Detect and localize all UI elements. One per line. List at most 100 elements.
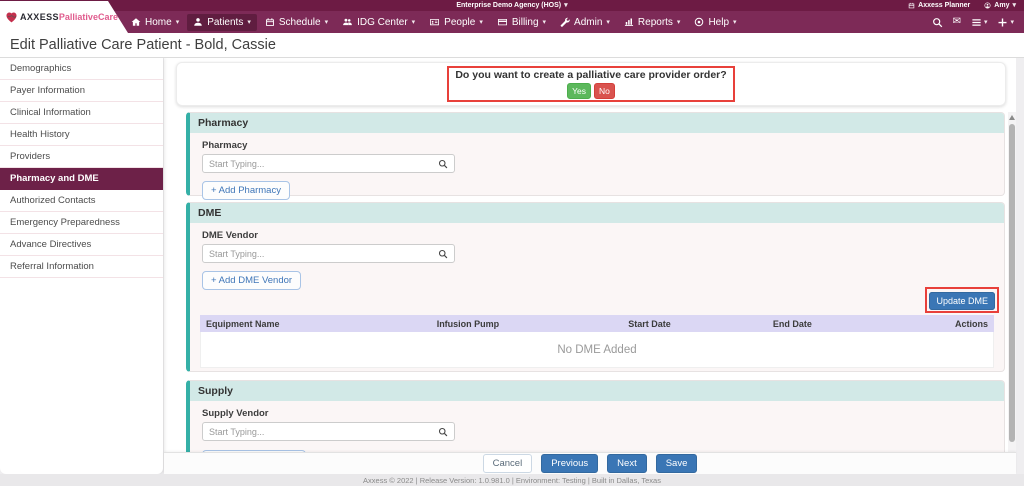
dme-empty-row: No DME Added: [200, 332, 994, 368]
chevron-down-icon: ▾: [676, 18, 681, 26]
home-icon: [131, 17, 141, 27]
nav-item-people[interactable]: People ▾: [423, 14, 489, 31]
search-icon: [932, 17, 943, 28]
yes-button[interactable]: Yes: [567, 82, 591, 100]
nav-label: IDG Center: [357, 16, 408, 28]
person-icon: [193, 17, 203, 27]
form-action-bar: Cancel Previous Next Save: [164, 452, 1016, 474]
app-footer: Axxess © 2022 | Release Version: 1.0.981…: [0, 474, 1024, 486]
chevron-down-icon: ▾: [733, 18, 737, 26]
nav-label: Billing: [511, 16, 539, 28]
dme-table-header: Equipment Name Infusion Pump Start Date …: [200, 315, 994, 332]
chevron-down-icon: ▾: [411, 18, 416, 26]
save-button[interactable]: Save: [655, 454, 698, 473]
sidebar-item-advance-directives[interactable]: Advance Directives: [0, 234, 163, 256]
nav-label: Patients: [207, 16, 244, 28]
cancel-button[interactable]: Cancel: [482, 454, 533, 473]
dme-vendor-search-box: [202, 244, 455, 263]
nav-label: Schedule: [278, 16, 321, 28]
user-avatar-icon: [984, 2, 991, 9]
nav-item-reports[interactable]: Reports ▾: [618, 14, 687, 31]
list-menu-button[interactable]: ▾: [971, 17, 987, 28]
nav-label: Reports: [637, 16, 673, 28]
provider-order-question-card: Do you want to create a palliative care …: [176, 62, 1006, 106]
nav-item-patients[interactable]: Patients ▾: [187, 13, 257, 31]
annotation-box-update-dme: Update DME: [925, 287, 999, 313]
nav-item-idg-center[interactable]: IDG Center ▾: [336, 14, 421, 31]
chevron-down-icon: ▾: [1010, 18, 1014, 26]
column-equipment-name: Equipment Name: [206, 318, 280, 329]
list-icon: [971, 17, 982, 28]
nav-item-schedule[interactable]: Schedule ▾: [259, 14, 334, 31]
dme-vendor-field-label: DME Vendor: [202, 230, 258, 241]
logo[interactable]: AXXESS PalliativeCare: [0, 1, 128, 33]
wrench-icon: [560, 17, 570, 27]
chevron-down-icon: ▾: [542, 18, 547, 26]
plus-icon: [997, 17, 1008, 28]
sidebar-item-clinical-information[interactable]: Clinical Information: [0, 102, 163, 124]
chevron-down-icon: ▾: [324, 18, 329, 26]
pharmacy-section-header: Pharmacy: [190, 113, 1004, 133]
annotation-box-question: Do you want to create a palliative care …: [447, 66, 735, 102]
no-button[interactable]: No: [594, 82, 615, 100]
calendar-icon: [908, 2, 915, 9]
pharmacy-search-input[interactable]: [203, 158, 438, 169]
page-title: Edit Palliative Care Patient - Bold, Cas…: [10, 37, 276, 53]
agency-name: Enterprise Demo Agency (HOS): [456, 2, 562, 9]
nav-label: Home: [145, 16, 172, 28]
sidebar-item-pharmacy-and-dme[interactable]: Pharmacy and DME: [0, 168, 163, 190]
main-navbar: Home ▾ Patients ▾ Schedule ▾ IDG Center …: [0, 11, 1024, 33]
page-title-bar: Edit Palliative Care Patient - Bold, Cas…: [0, 33, 1024, 58]
chevron-down-icon: ▾: [606, 18, 610, 26]
provider-order-question: Do you want to create a palliative care …: [455, 68, 727, 81]
scrollbar-thumb[interactable]: [1009, 124, 1015, 442]
nav-item-home[interactable]: Home ▾: [125, 14, 185, 31]
search-icon[interactable]: [438, 159, 448, 169]
previous-button[interactable]: Previous: [541, 454, 599, 473]
logo-axxess-text: AXXESS: [20, 12, 59, 22]
sidebar-item-demographics[interactable]: Demographics: [0, 58, 163, 80]
user-menu[interactable]: Amy ▾: [984, 2, 1016, 9]
sidebar-item-health-history[interactable]: Health History: [0, 124, 163, 146]
quick-add-button[interactable]: ▾: [997, 17, 1014, 28]
dme-section: DME DME Vendor + Add DME Vendor Update D…: [186, 202, 1005, 372]
add-dme-vendor-button[interactable]: + Add DME Vendor: [202, 271, 302, 290]
axxess-planner-link[interactable]: Axxess Planner: [908, 2, 970, 9]
nav-item-help[interactable]: Help ▾: [688, 14, 742, 31]
supply-section-header: Supply: [190, 381, 1004, 401]
people-group-icon: [342, 17, 353, 27]
add-pharmacy-button[interactable]: + Add Pharmacy: [202, 181, 290, 200]
user-name: Amy: [994, 2, 1010, 9]
column-actions: Actions: [954, 318, 988, 329]
next-button[interactable]: Next: [607, 454, 647, 473]
bar-chart-icon: [624, 17, 634, 27]
search-icon[interactable]: [438, 249, 448, 259]
column-infusion-pump: Infusion Pump: [436, 318, 500, 329]
sidebar-item-payer-information[interactable]: Payer Information: [0, 80, 163, 102]
column-start-date: Start Date: [628, 318, 671, 329]
sidebar-item-emergency-preparedness[interactable]: Emergency Preparedness: [0, 212, 163, 234]
dme-vendor-search-input[interactable]: [203, 248, 438, 259]
sidebar-item-authorized-contacts[interactable]: Authorized Contacts: [0, 190, 163, 212]
agency-selector[interactable]: Enterprise Demo Agency (HOS) ▾: [456, 2, 567, 9]
nav-label: Admin: [574, 16, 603, 28]
supply-vendor-field-label: Supply Vendor: [202, 408, 269, 419]
nav-item-billing[interactable]: Billing ▾: [491, 14, 552, 31]
search-icon[interactable]: [438, 427, 448, 437]
messages-button[interactable]: ✉: [953, 17, 961, 27]
update-dme-button[interactable]: Update DME: [929, 292, 995, 310]
scrollbar-up-arrow[interactable]: [1009, 115, 1015, 120]
chevron-down-icon: ▾: [479, 18, 483, 26]
supply-vendor-search-input[interactable]: [203, 426, 438, 437]
sidebar-item-providers[interactable]: Providers: [0, 146, 163, 168]
sidebar-item-referral-information[interactable]: Referral Information: [0, 256, 163, 278]
logo-product-text: PalliativeCare: [58, 12, 118, 22]
patient-edit-sidebar: Demographics Payer Information Clinical …: [0, 58, 163, 474]
dme-table: Equipment Name Infusion Pump Start Date …: [200, 315, 994, 368]
nav-item-admin[interactable]: Admin ▾: [554, 14, 616, 31]
nav-items: Home ▾ Patients ▾ Schedule ▾ IDG Center …: [124, 13, 744, 31]
pharmacy-field-label: Pharmacy: [202, 140, 248, 151]
id-card-icon: [429, 17, 440, 27]
content-scrollbar[interactable]: [1008, 112, 1016, 452]
search-button[interactable]: [932, 17, 943, 28]
